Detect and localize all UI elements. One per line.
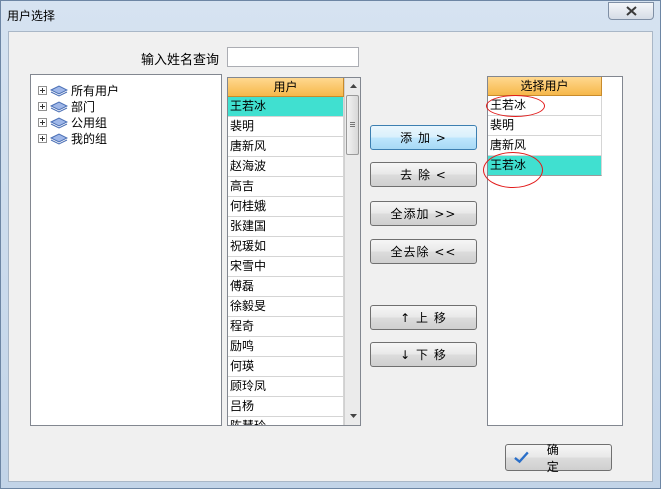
- move-down-button[interactable]: ↓ 下 移: [370, 342, 477, 367]
- tree-node-public-group[interactable]: 公用组: [38, 114, 107, 130]
- expand-icon[interactable]: [38, 117, 47, 127]
- tree-node-label: 所有用户: [71, 83, 120, 98]
- add-all-button[interactable]: 全添加 >>: [370, 201, 477, 226]
- scroll-down-arrow-icon: [349, 414, 357, 418]
- tree-node-label: 公用组: [71, 115, 108, 130]
- user-row[interactable]: 裴明: [228, 117, 344, 137]
- tree-node-department[interactable]: 部门: [38, 98, 95, 114]
- user-column-header[interactable]: 用户: [228, 78, 344, 97]
- move-up-button[interactable]: ↑ 上 移: [370, 305, 477, 330]
- scroll-up-button[interactable]: [345, 78, 360, 94]
- tree-node-label: 部门: [71, 99, 96, 114]
- user-row[interactable]: 傅磊: [228, 277, 344, 297]
- ok-button-label: 确 定: [546, 442, 573, 474]
- selected-column-header[interactable]: 选择用户: [488, 77, 602, 96]
- search-label: 输入姓名查询: [141, 53, 220, 68]
- user-group-icon: [50, 117, 68, 129]
- tree-node-all-users[interactable]: 所有用户: [38, 82, 119, 98]
- dialog-body: 输入姓名查询 所有用户 部门 公用组 我的组 用户 王若冰 裴明 唐新风 赵海波…: [8, 31, 653, 482]
- user-row[interactable]: 何桂娥: [228, 197, 344, 217]
- user-row[interactable]: 唐新风: [228, 137, 344, 157]
- close-icon: [625, 6, 637, 16]
- user-row[interactable]: 顾玲凤: [228, 377, 344, 397]
- remove-button[interactable]: 去 除 <: [370, 162, 477, 187]
- tree-node-my-group[interactable]: 我的组: [38, 130, 107, 146]
- user-row[interactable]: 励鸣: [228, 337, 344, 357]
- search-input[interactable]: [227, 47, 359, 67]
- selected-users-grid[interactable]: 选择用户 王若冰 裴明 唐新风 王若冰: [487, 76, 623, 426]
- scroll-up-arrow-icon: [349, 84, 357, 88]
- close-button[interactable]: [608, 2, 654, 20]
- user-row[interactable]: 何瑛: [228, 357, 344, 377]
- user-row[interactable]: 吕杨: [228, 397, 344, 417]
- user-row[interactable]: 高吉: [228, 177, 344, 197]
- user-row[interactable]: 陈慧玲: [228, 417, 344, 425]
- add-button[interactable]: 添 加 >: [370, 125, 477, 150]
- thumb-grip: [350, 122, 355, 123]
- window-title: 用户选择: [7, 9, 56, 23]
- selected-user-row[interactable]: 王若冰: [488, 96, 602, 116]
- remove-all-button[interactable]: 全去除 <<: [370, 239, 477, 264]
- user-group-icon: [50, 101, 68, 113]
- selected-user-row[interactable]: 裴明: [488, 116, 602, 136]
- user-group-icon: [50, 85, 68, 97]
- expand-icon[interactable]: [38, 133, 47, 143]
- user-row[interactable]: 宋雪中: [228, 257, 344, 277]
- scroll-down-button[interactable]: [345, 408, 360, 424]
- user-select-dialog: 用户选择 输入姓名查询 所有用户 部门 公用组 我的组 用户 王若冰 裴明 唐新…: [0, 0, 661, 489]
- user-row[interactable]: 张建国: [228, 217, 344, 237]
- user-row[interactable]: 徐毅旻: [228, 297, 344, 317]
- scroll-thumb[interactable]: [346, 95, 359, 155]
- user-row[interactable]: 赵海波: [228, 157, 344, 177]
- thumb-grip: [350, 124, 355, 125]
- group-tree[interactable]: 所有用户 部门 公用组 我的组: [30, 74, 222, 426]
- expand-icon[interactable]: [38, 101, 47, 111]
- selected-user-row[interactable]: 王若冰: [488, 156, 602, 176]
- ok-button[interactable]: 确 定: [505, 443, 612, 474]
- thumb-grip: [350, 126, 355, 127]
- user-row[interactable]: 祝瑗如: [228, 237, 344, 257]
- user-row[interactable]: 程奇: [228, 317, 344, 337]
- user-group-icon: [50, 133, 68, 145]
- user-list-scrollbar[interactable]: [344, 78, 360, 425]
- expand-icon[interactable]: [38, 85, 47, 95]
- tree-node-label: 我的组: [71, 131, 108, 146]
- user-row[interactable]: 王若冰: [228, 97, 344, 117]
- title-bar: 用户选择: [1, 1, 660, 30]
- checkmark-icon: [514, 451, 529, 464]
- selected-user-row[interactable]: 唐新风: [488, 136, 602, 156]
- user-list-grid[interactable]: 用户 王若冰 裴明 唐新风 赵海波 高吉 何桂娥 张建国 祝瑗如 宋雪中 傅磊 …: [227, 77, 361, 426]
